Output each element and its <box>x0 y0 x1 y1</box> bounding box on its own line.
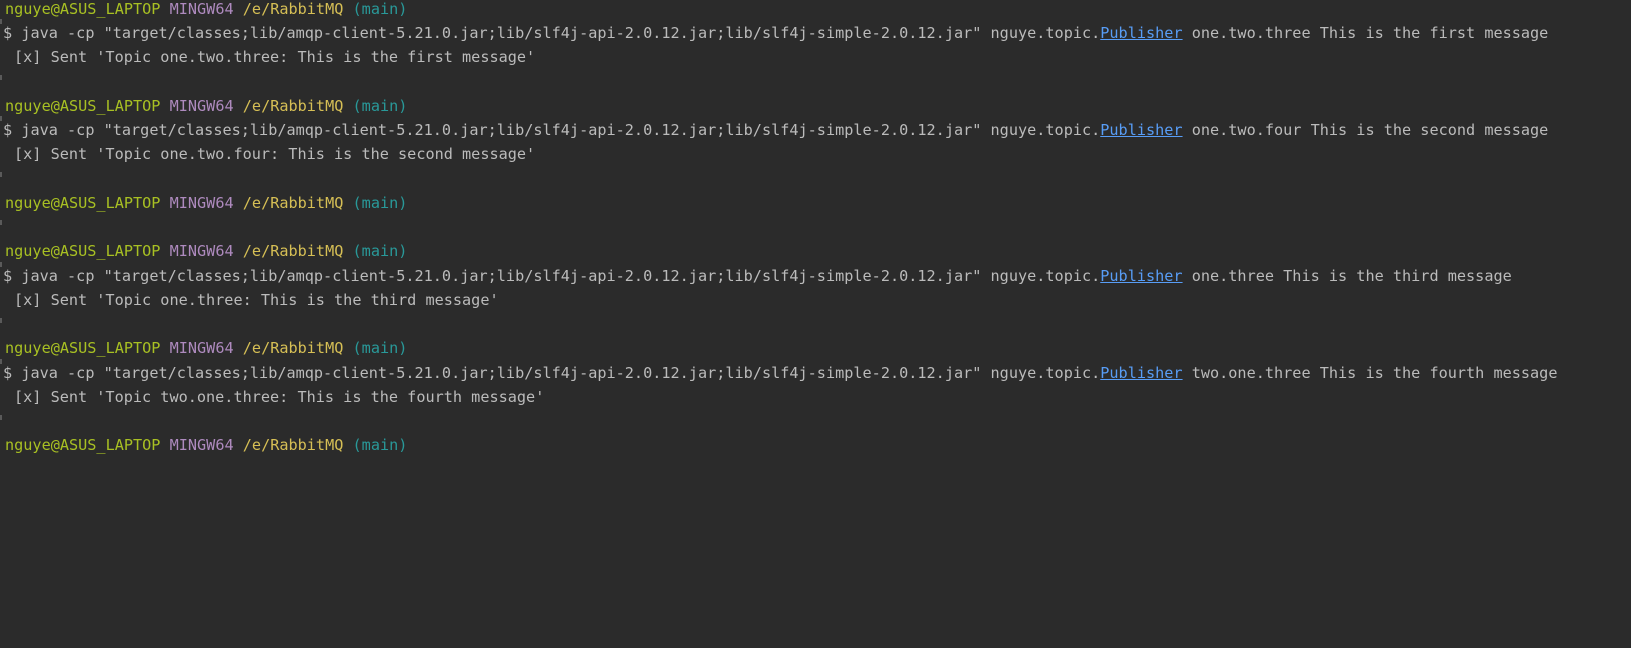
prompt-line: nguye@ASUS_LAPTOP MINGW64 /e/RabbitMQ (m… <box>5 241 407 261</box>
prompt-line: nguye@ASUS_LAPTOP MINGW64 /e/RabbitMQ (m… <box>5 193 407 213</box>
prompt-path: /e/RabbitMQ <box>242 97 344 115</box>
command-args: one.three This is the third message <box>1191 267 1512 285</box>
publisher-class-link[interactable]: Publisher <box>1100 24 1182 42</box>
output-line: [x] Sent 'Topic two.one.three: This is t… <box>14 388 545 406</box>
prompt-system: MINGW64 <box>169 194 234 212</box>
prompt-path: /e/RabbitMQ <box>242 339 344 357</box>
prompt-user-host: nguye@ASUS_LAPTOP <box>5 436 161 454</box>
prompt-path: /e/RabbitMQ <box>242 194 344 212</box>
line-marker <box>0 262 2 267</box>
line-marker <box>0 318 2 323</box>
command-dollar: $ <box>3 267 13 285</box>
publisher-class-link[interactable]: Publisher <box>1100 364 1182 382</box>
command-args: one.two.four This is the second message <box>1191 121 1549 139</box>
output-line: [x] Sent 'Topic one.two.three: This is t… <box>14 48 536 66</box>
prompt-branch: (main) <box>352 194 408 212</box>
command-line: $ java -cp "target/classes;lib/amqp-clie… <box>3 120 1548 140</box>
prompt-system: MINGW64 <box>169 436 234 454</box>
command-args: two.one.three This is the fourth message <box>1191 364 1558 382</box>
publisher-class-link[interactable]: Publisher <box>1100 267 1182 285</box>
publisher-class-link[interactable]: Publisher <box>1100 121 1182 139</box>
prompt-path: /e/RabbitMQ <box>242 242 344 260</box>
prompt-user-host: nguye@ASUS_LAPTOP <box>5 194 161 212</box>
prompt-branch: (main) <box>352 339 408 357</box>
prompt-branch: (main) <box>352 0 408 18</box>
prompt-line: nguye@ASUS_LAPTOP MINGW64 /e/RabbitMQ (m… <box>5 338 407 358</box>
prompt-system: MINGW64 <box>169 0 234 18</box>
command-args: one.two.three This is the first message <box>1191 24 1549 42</box>
line-marker <box>0 75 2 80</box>
prompt-user-host: nguye@ASUS_LAPTOP <box>5 339 161 357</box>
command-prefix: java -cp "target/classes;lib/amqp-client… <box>21 121 1101 139</box>
command-prefix: java -cp "target/classes;lib/amqp-client… <box>21 267 1101 285</box>
output-line: [x] Sent 'Topic one.three: This is the t… <box>14 291 499 309</box>
prompt-path: /e/RabbitMQ <box>242 436 344 454</box>
command-line: $ java -cp "target/classes;lib/amqp-clie… <box>3 363 1557 383</box>
prompt-path: /e/RabbitMQ <box>242 0 344 18</box>
line-marker <box>0 116 2 121</box>
prompt-line: nguye@ASUS_LAPTOP MINGW64 /e/RabbitMQ (m… <box>5 0 407 19</box>
command-dollar: $ <box>3 364 13 382</box>
prompt-line: nguye@ASUS_LAPTOP MINGW64 /e/RabbitMQ (m… <box>5 435 407 455</box>
prompt-user-host: nguye@ASUS_LAPTOP <box>5 97 161 115</box>
command-dollar: $ <box>3 121 13 139</box>
terminal-window[interactable]: nguye@ASUS_LAPTOP MINGW64 /e/RabbitMQ (m… <box>0 0 1631 473</box>
prompt-user-host: nguye@ASUS_LAPTOP <box>5 242 161 260</box>
prompt-line: nguye@ASUS_LAPTOP MINGW64 /e/RabbitMQ (m… <box>5 96 407 116</box>
command-prefix: java -cp "target/classes;lib/amqp-client… <box>21 24 1101 42</box>
command-line: $ java -cp "target/classes;lib/amqp-clie… <box>3 266 1512 286</box>
line-marker <box>0 359 2 364</box>
prompt-system: MINGW64 <box>169 242 234 260</box>
line-marker <box>0 415 2 420</box>
line-marker <box>0 220 2 225</box>
command-line: $ java -cp "target/classes;lib/amqp-clie… <box>3 23 1548 43</box>
output-line: [x] Sent 'Topic one.two.four: This is th… <box>14 145 536 163</box>
line-marker <box>0 19 2 24</box>
command-prefix: java -cp "target/classes;lib/amqp-client… <box>21 364 1101 382</box>
prompt-branch: (main) <box>352 436 408 454</box>
prompt-branch: (main) <box>352 97 408 115</box>
line-marker <box>0 172 2 177</box>
prompt-system: MINGW64 <box>169 339 234 357</box>
prompt-system: MINGW64 <box>169 97 234 115</box>
prompt-branch: (main) <box>352 242 408 260</box>
prompt-user-host: nguye@ASUS_LAPTOP <box>5 0 161 18</box>
command-dollar: $ <box>3 24 13 42</box>
